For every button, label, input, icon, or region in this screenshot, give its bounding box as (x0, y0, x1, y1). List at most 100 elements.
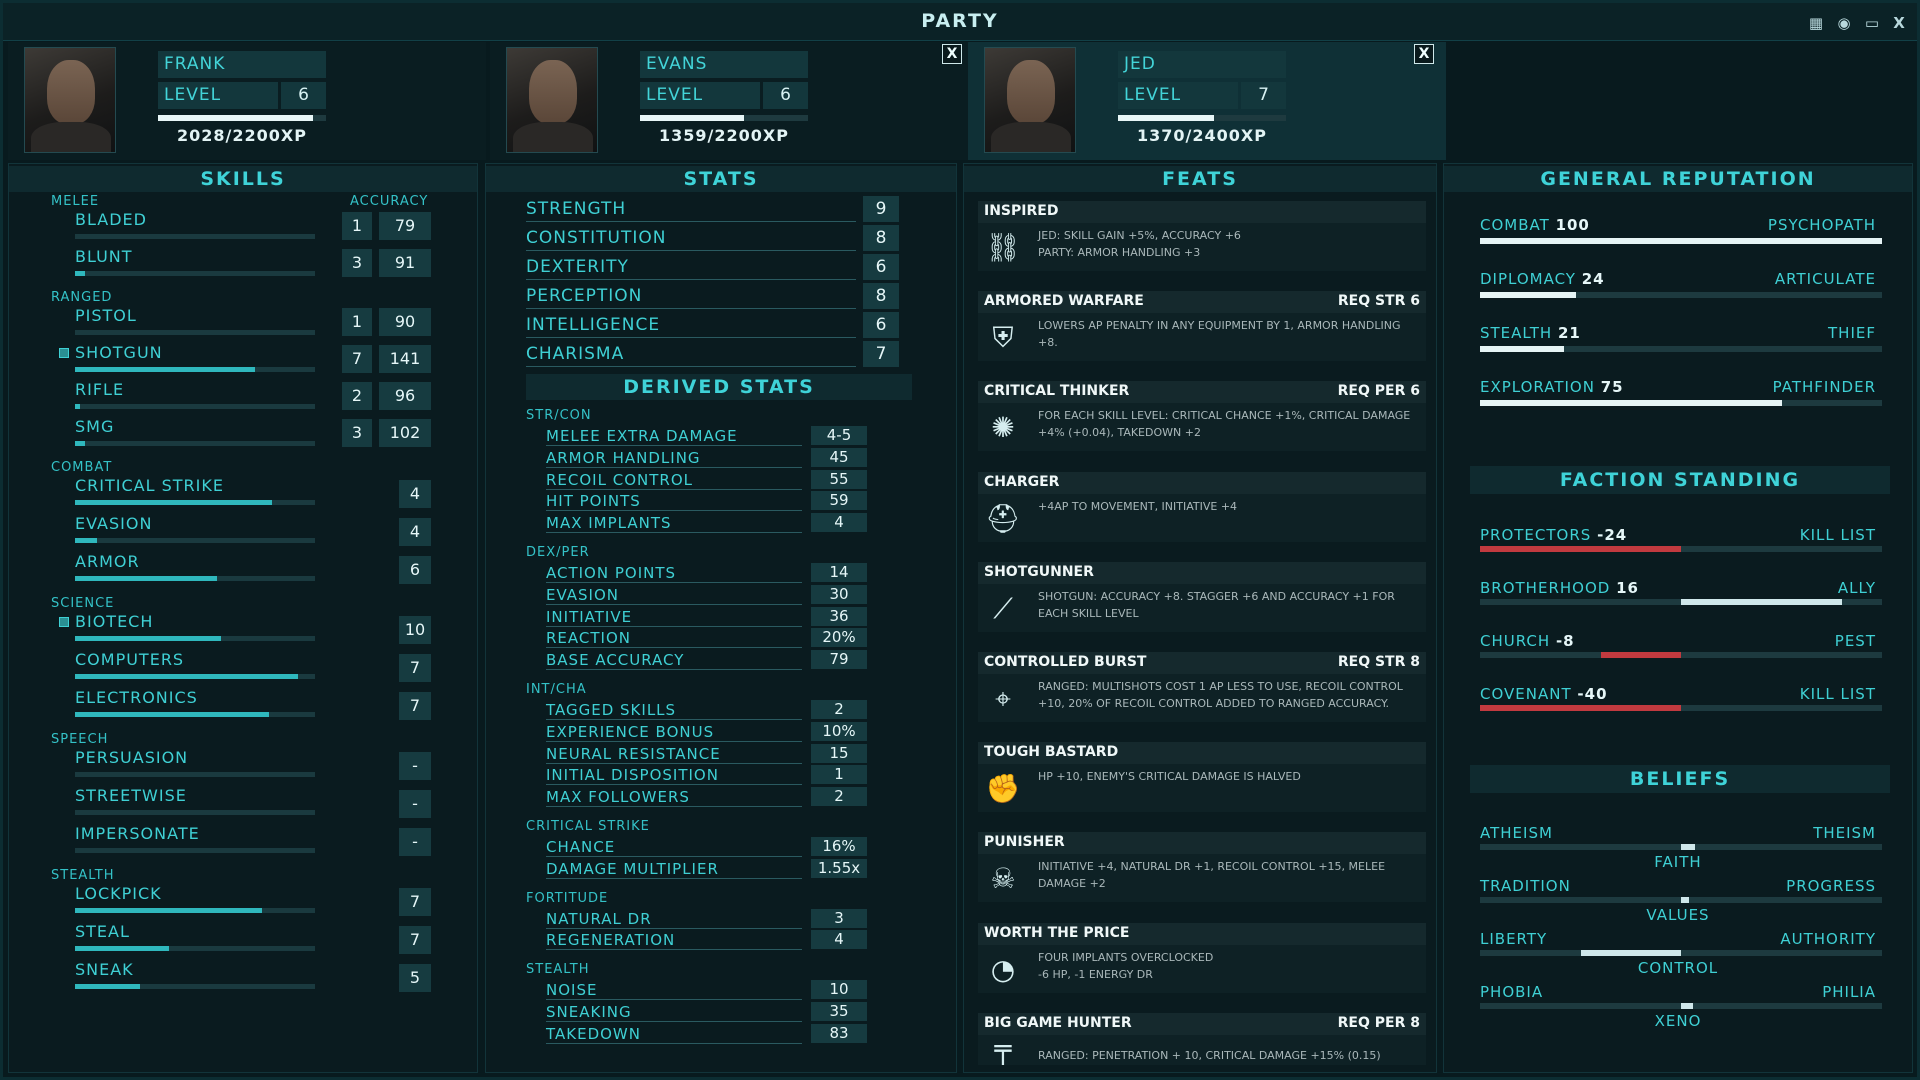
derived-stat-row[interactable]: INITIATIVE (546, 607, 802, 627)
faction-covenant[interactable]: COVENANT -40 (1480, 685, 1608, 703)
derived-stat-row[interactable]: TAKEDOWN (546, 1024, 802, 1044)
derived-stat-row[interactable]: ACTION POINTS (546, 563, 802, 583)
character-card-frank[interactable]: FRANK LEVEL 6 2028/2200XP (8, 42, 486, 160)
feat-armored-warfare[interactable]: ARMORED WARFARE REQ STR 6 ⛨ LOWERS AP PENAL… (978, 291, 1426, 362)
derived-stat-value: 59 (811, 491, 867, 511)
feat-description: FOR EACH SKILL LEVEL: CRITICAL CHANCE +1… (1038, 409, 1411, 440)
xp-bar (158, 115, 326, 121)
derived-stat-row[interactable]: BASE ACCURACY (546, 650, 802, 671)
derived-stat-row[interactable]: NOISE (546, 980, 802, 1001)
xp-bar (640, 115, 808, 121)
skill-row-bladed[interactable]: BLADED 1 79 (9, 210, 477, 246)
portrait[interactable] (506, 47, 598, 153)
skill-row-sneak[interactable]: SNEAK 5 (9, 960, 477, 996)
attribute-perception[interactable]: PERCEPTION (526, 283, 856, 309)
derived-stat-row[interactable]: MAX IMPLANTS (546, 513, 802, 534)
remove-member-button[interactable]: X (942, 44, 962, 64)
faction-brotherhood[interactable]: BROTHERHOOD 16 (1480, 579, 1639, 597)
derived-stat-row[interactable]: MELEE EXTRA DAMAGE (546, 426, 802, 446)
reputation-bar (1480, 238, 1882, 244)
feat-punisher[interactable]: PUNISHER ☠ INITIATIVE +4, NATURAL DR +1, R… (978, 832, 1426, 903)
feat-name: CRITICAL THINKER (984, 383, 1130, 400)
portrait[interactable] (24, 47, 116, 153)
chat-icon[interactable]: ▭ (1862, 14, 1882, 32)
derived-stat-row[interactable]: HIT POINTS (546, 491, 802, 512)
derived-stat-row[interactable]: INITIAL DISPOSITION (546, 765, 802, 786)
portrait-face (529, 60, 577, 124)
derived-stat-value: 55 (811, 469, 867, 489)
feat-worth-the-price[interactable]: WORTH THE PRICE ◔ FOUR IMPLANTS OVERCLOCKE… (978, 922, 1426, 993)
skill-row-impersonate[interactable]: IMPERSONATE - (9, 824, 477, 860)
feat-charger[interactable]: CHARGER ⛑ +4AP TO MOVEMENT, INITIATIVE +4 (978, 471, 1426, 542)
derived-stat-row[interactable]: CHANCE (546, 837, 802, 857)
reputation-diplomacy[interactable]: DIPLOMACY 24 (1480, 270, 1605, 288)
faction-church[interactable]: CHURCH -8 (1480, 632, 1575, 650)
skill-row-persuasion[interactable]: PERSUASION - (9, 748, 477, 784)
belief-right-label: THEISM (1813, 824, 1876, 842)
skill-row-evasion[interactable]: EVASION 4 (9, 514, 477, 550)
feat-shotgunner[interactable]: SHOTGUNNER ⟋ SHOTGUN: ACCURACY +8. STAGGER… (978, 561, 1426, 632)
skill-progress-bar (75, 404, 315, 409)
attribute-charisma[interactable]: CHARISMA (526, 341, 856, 367)
close-icon[interactable]: X (1889, 14, 1909, 32)
skill-progress-fill (75, 712, 270, 717)
skill-row-lockpick[interactable]: LOCKPICK 7 (9, 884, 477, 920)
skill-progress-bar (75, 810, 315, 815)
derived-stat-value: 4-5 (811, 426, 867, 445)
derived-stat-row[interactable]: DAMAGE MULTIPLIER (546, 859, 802, 879)
belief-bar (1480, 844, 1882, 850)
feat-critical-thinker[interactable]: CRITICAL THINKER REQ PER 6 ✺ FOR EACH SKILL… (978, 381, 1426, 452)
faction-bar (1480, 599, 1882, 605)
derived-stat-row[interactable]: RECOIL CONTROL (546, 470, 802, 490)
derived-category: CRITICAL STRIKE (526, 819, 650, 834)
derived-stat-row[interactable]: SNEAKING (546, 1002, 802, 1022)
attribute-dexterity[interactable]: DEXTERITY (526, 254, 856, 280)
skill-row-steal[interactable]: STEAL 7 (9, 922, 477, 958)
skill-row-shotgun[interactable]: SHOTGUN 7 141 (9, 343, 477, 379)
skill-row-electronics[interactable]: ELECTRONICS 7 (9, 688, 477, 724)
derived-stat-row[interactable]: NEURAL RESISTANCE (546, 744, 802, 764)
calendar-icon[interactable]: ▦ (1806, 14, 1826, 32)
reputation-combat[interactable]: COMBAT 100 (1480, 216, 1590, 234)
skill-row-pistol[interactable]: PISTOL 1 90 (9, 306, 477, 342)
skill-row-armor[interactable]: ARMOR 6 (9, 552, 477, 588)
skill-row-streetwise[interactable]: STREETWISE - (9, 786, 477, 822)
attribute-value: 9 (863, 196, 899, 222)
character-card-jed[interactable]: JED LEVEL 7 1370/2400XP X (968, 42, 1446, 160)
derived-stat-row[interactable]: EXPERIENCE BONUS (546, 722, 802, 742)
reputation-exploration[interactable]: EXPLORATION 75 (1480, 378, 1624, 396)
attribute-strength[interactable]: STRENGTH (526, 196, 856, 222)
feat-header: PUNISHER (978, 832, 1426, 855)
skill-accuracy: 96 (379, 382, 431, 410)
skill-row-computers[interactable]: COMPUTERS 7 (9, 650, 477, 686)
portrait[interactable] (984, 47, 1076, 153)
skill-accuracy: 102 (379, 419, 431, 447)
attribute-intelligence[interactable]: INTELLIGENCE (526, 312, 856, 338)
skill-name: IMPERSONATE (75, 824, 200, 843)
feat-big-game-hunter[interactable]: BIG GAME HUNTER REQ PER 8 ╤ RANGED: PENETRA… (978, 1012, 1426, 1065)
character-card-evans[interactable]: EVANS LEVEL 6 1359/2200XP X (490, 42, 968, 160)
derived-stat-row[interactable]: REGENERATION (546, 930, 802, 951)
belief-bar-fill (1681, 844, 1696, 850)
skill-row-critical-strike[interactable]: CRITICAL STRIKE 4 (9, 476, 477, 512)
attribute-constitution[interactable]: CONSTITUTION (526, 225, 856, 251)
derived-stat-row[interactable]: REACTION (546, 628, 802, 649)
faction-protectors[interactable]: PROTECTORS -24 (1480, 526, 1627, 544)
derived-stat-row[interactable]: TAGGED SKILLS (546, 700, 802, 720)
skill-row-rifle[interactable]: RIFLE 2 96 (9, 380, 477, 416)
brain-icon[interactable]: ◉ (1834, 14, 1854, 32)
feat-tough-bastard[interactable]: TOUGH BASTARD ✊ HP +10, ENEMY'S CRITICAL D… (978, 742, 1426, 813)
derived-stat-row[interactable]: NATURAL DR (546, 909, 802, 929)
derived-stat-row[interactable]: ARMOR HANDLING (546, 448, 802, 468)
reputation-stealth[interactable]: STEALTH 21 (1480, 324, 1581, 342)
belief-bar (1480, 1003, 1882, 1009)
skill-row-biotech[interactable]: BIOTECH 10 (9, 612, 477, 648)
feat-controlled-burst[interactable]: CONTROLLED BURST REQ STR 8 ⌖ RANGED: MULTIS… (978, 652, 1426, 722)
remove-member-button[interactable]: X (1414, 44, 1434, 64)
feat-inspired[interactable]: INSPIRED ⛓ JED: SKILL GAIN +5%, ACCURACY +… (978, 201, 1426, 271)
rifle-icon: ╤ (994, 1031, 1012, 1065)
derived-stat-row[interactable]: MAX FOLLOWERS (546, 787, 802, 808)
derived-stat-row[interactable]: EVASION (546, 585, 802, 605)
skill-row-smg[interactable]: SMG 3 102 (9, 417, 477, 453)
skill-row-blunt[interactable]: BLUNT 3 91 (9, 247, 477, 283)
